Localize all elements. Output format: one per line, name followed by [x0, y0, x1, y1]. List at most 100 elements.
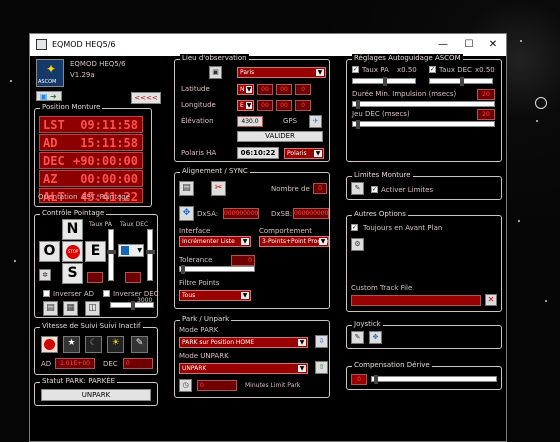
invert-dec-checkbox[interactable]: [103, 290, 110, 297]
retract-button[interactable]: <<<<: [131, 92, 161, 104]
east-button[interactable]: E: [85, 241, 106, 262]
stop-track-icon[interactable]: [41, 336, 58, 353]
alt-value[interactable]: 430.0: [237, 116, 263, 127]
table-icon[interactable]: ▦: [63, 301, 78, 316]
lon-label: Longitude: [181, 101, 216, 109]
track-ad-value[interactable]: 1.01E+00: [55, 358, 95, 369]
south-button[interactable]: S: [62, 263, 83, 284]
joystick-icon[interactable]: ✥: [369, 331, 382, 344]
speed-value: 3000: [137, 297, 153, 304]
lon-hemisphere[interactable]: E ▼: [237, 100, 254, 111]
jeu-slider[interactable]: [352, 120, 495, 129]
limits-edit-icon[interactable]: ✎: [351, 182, 364, 195]
maximize-button[interactable]: ☐: [456, 37, 482, 53]
chevron-down-icon: ▼: [298, 365, 306, 372]
unpark-go-icon[interactable]: ⇧: [315, 361, 328, 374]
stop-button[interactable]: STOP: [62, 241, 83, 262]
guide-ra-slider[interactable]: [352, 77, 416, 86]
sidereal-icon[interactable]: ★: [63, 336, 80, 353]
solar-icon[interactable]: ☀: [107, 336, 124, 353]
track-dec-value[interactable]: 0: [123, 358, 153, 369]
dxsb-label: DxSB:: [271, 210, 293, 218]
guide-dec-slider[interactable]: [429, 77, 493, 86]
drift-slider[interactable]: [371, 375, 497, 384]
slider-thumb[interactable]: [460, 77, 464, 86]
sync-icon[interactable]: ✥: [179, 206, 194, 221]
row-key: AD: [43, 136, 58, 150]
rate-ra-checkbox[interactable]: ✓: [352, 66, 359, 73]
timer-icon[interactable]: ◷: [179, 379, 192, 392]
track-file-label: Custom Track File: [351, 284, 413, 292]
north-button[interactable]: N: [62, 219, 83, 240]
delete-icon[interactable]: ✂: [211, 181, 226, 196]
guide-ra-label: Taux PA: [362, 66, 389, 74]
orientation-value: EST, Pointage: [82, 193, 131, 201]
mode-unpark-select[interactable]: UNPARK ▼: [179, 363, 308, 374]
pulse-value: 20: [477, 89, 495, 100]
interface-select[interactable]: Incrémenter Liste ▼: [179, 236, 251, 247]
unpark-button[interactable]: UNPARK: [41, 389, 151, 401]
behavior-select[interactable]: 3-Points+Point Proche ▼: [259, 236, 329, 247]
slider-thumb[interactable]: [181, 265, 185, 274]
star: [14, 260, 16, 262]
drift-title: Compensation Dérive: [352, 361, 432, 369]
guide-dec-label: Taux DEC: [439, 66, 472, 74]
lon-min[interactable]: 00: [276, 100, 292, 111]
slider-thumb[interactable]: [131, 301, 135, 310]
polaris-value: 06:10:22: [237, 147, 279, 159]
enable-limits-checkbox[interactable]: ✓: [371, 186, 378, 193]
grid-icon[interactable]: ▤: [43, 301, 58, 316]
connect-button[interactable]: ▣ ➜: [36, 91, 62, 101]
site-select[interactable]: Paris ▼: [237, 67, 326, 78]
slider-thumb[interactable]: [146, 250, 155, 254]
slider-thumb[interactable]: [383, 77, 387, 86]
lon-sec[interactable]: 0: [295, 100, 311, 111]
rate-ra-slider[interactable]: [107, 229, 116, 281]
clear-icon[interactable]: ✕: [485, 294, 497, 306]
west-button[interactable]: O: [39, 241, 60, 262]
options-tool-icon[interactable]: ⚙: [351, 238, 364, 251]
filter-select[interactable]: Tous ▼: [179, 290, 251, 301]
tolerance-slider[interactable]: [179, 265, 255, 274]
invert-ad-checkbox[interactable]: [43, 290, 50, 297]
rate-dec-slider[interactable]: [146, 229, 155, 281]
align-list-icon[interactable]: ▤: [179, 181, 194, 196]
lat-sec[interactable]: 0: [295, 84, 311, 95]
validate-button[interactable]: VALIDER: [237, 131, 323, 142]
lunar-icon[interactable]: ☾: [85, 336, 102, 353]
pulse-slider[interactable]: [352, 100, 495, 109]
lat-min[interactable]: 00: [276, 84, 292, 95]
polaris-select[interactable]: Polaris ▼: [284, 148, 324, 159]
slider-thumb[interactable]: [356, 120, 360, 129]
close-button[interactable]: ✕: [480, 37, 506, 53]
reticle-icon[interactable]: ◫: [85, 301, 100, 316]
lon-deg[interactable]: 00: [257, 100, 273, 111]
rate-dec-value: [125, 272, 141, 283]
park-go-icon[interactable]: ⇩: [315, 335, 328, 348]
guiding-title: Réglages Autoguidage ASCOM: [352, 54, 463, 62]
rate-ra-label: Taux PA: [89, 221, 112, 228]
position-title: Position Monture: [40, 103, 103, 111]
mount-model: EQMOD HEQ5/6: [70, 60, 126, 68]
spiral-icon[interactable]: ✲: [39, 269, 51, 281]
site-icon[interactable]: ▣: [209, 66, 222, 79]
joystick-edit-icon[interactable]: ✎: [351, 331, 364, 344]
rate-dec-checkbox[interactable]: ✓: [429, 66, 436, 73]
custom-rate-icon[interactable]: ✎: [131, 336, 148, 353]
track-file-input[interactable]: [351, 295, 481, 306]
tolerance-value: 0: [231, 255, 255, 266]
invert-ad-label: Inverser AD: [53, 290, 95, 298]
slider-thumb[interactable]: [107, 250, 116, 254]
rate-preset-select[interactable]: ▼: [118, 244, 144, 257]
always-on-top-checkbox[interactable]: ✓: [351, 224, 358, 231]
limit-value[interactable]: 0: [197, 380, 237, 391]
slider-thumb[interactable]: [374, 375, 378, 384]
lat-deg[interactable]: 00: [257, 84, 273, 95]
control-title: Contrôle Pointage: [40, 209, 107, 217]
limits-title: Limites Monture: [352, 171, 413, 179]
minimize-button[interactable]: —: [430, 37, 456, 53]
satellite-icon[interactable]: ✈: [309, 115, 322, 128]
lat-hemisphere[interactable]: N ▼: [237, 84, 254, 95]
slider-thumb[interactable]: [356, 100, 360, 109]
mode-park-select[interactable]: PARK sur Position HOME ▼: [179, 337, 308, 348]
